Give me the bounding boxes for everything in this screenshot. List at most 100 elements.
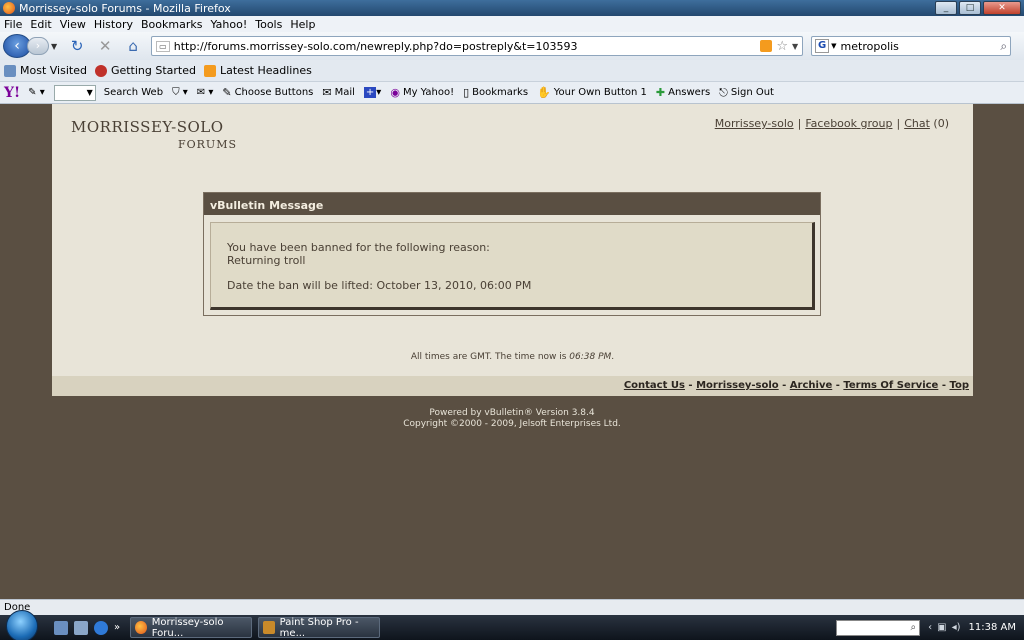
url-text[interactable]: http://forums.morrissey-solo.com/newrepl…	[174, 40, 761, 53]
firefox-icon	[135, 621, 147, 634]
maximize-button[interactable]: □	[959, 1, 981, 15]
switch-windows-icon[interactable]	[74, 620, 88, 635]
yahoo-bookmarks[interactable]: ▯ Bookmarks	[463, 86, 528, 99]
getting-started-icon	[94, 64, 107, 77]
mail-icon: ✉	[322, 86, 332, 99]
logo-subtitle: FORUMS	[178, 138, 238, 151]
yahoo-search-web[interactable]: Search Web	[104, 87, 163, 98]
desktop-search-box[interactable]: ⌕	[836, 619, 921, 636]
volume-icon[interactable]: ◂)	[952, 622, 961, 633]
window-title-bar: Morrissey-solo Forums - Mozilla Firefox …	[0, 0, 1024, 16]
network-icon[interactable]: ▣	[937, 622, 946, 633]
menu-bookmarks[interactable]: Bookmarks	[141, 18, 202, 31]
yahoo-item-label: Search Web	[103, 87, 164, 98]
show-desktop-icon[interactable]	[54, 620, 68, 635]
paint-shop-pro-icon	[263, 621, 275, 634]
ban-lift-date: Date the ban will be lifted: October 13,…	[227, 279, 532, 292]
address-bar[interactable]: ▭ http://forums.morrissey-solo.com/newre…	[151, 36, 804, 56]
quick-launch-overflow-icon[interactable]: »	[114, 622, 120, 633]
link-top[interactable]: Top	[949, 380, 969, 391]
navigation-toolbar: ‹ › ▼ ↻ ✕ ⌂ ▭ http://forums.morrissey-so…	[0, 32, 1024, 60]
my-yahoo-icon: ◉	[390, 86, 400, 99]
link-footer-morrissey-solo[interactable]: Morrissey-solo	[696, 380, 779, 391]
menu-edit[interactable]: Edit	[30, 18, 51, 31]
link-terms-of-service[interactable]: Terms Of Service	[843, 380, 938, 391]
menu-view[interactable]: View	[60, 18, 86, 31]
top-links: Morrissey-solo | Facebook group | Chat (0)	[714, 117, 949, 130]
status-bar: Done	[0, 599, 1024, 615]
close-button[interactable]: ✕	[983, 1, 1021, 15]
search-engine-dropdown-icon[interactable]: ▼	[831, 42, 836, 50]
search-input[interactable]	[840, 39, 1001, 53]
yahoo-sign-out[interactable]: ⎋ Sign Out	[719, 86, 774, 100]
bookmark-getting-started[interactable]: Getting Started	[94, 64, 196, 77]
link-contact-us[interactable]: Contact Us	[624, 380, 685, 391]
bookmarks-toolbar: Most Visited Getting Started Latest Head…	[0, 60, 1024, 82]
bookmark-star-icon[interactable]: ☆	[776, 39, 788, 54]
search-bar[interactable]: G ▼ ⌕	[811, 36, 1012, 56]
site-logo[interactable]: MORRISSEY-SOLO FORUMS	[71, 118, 237, 151]
task-paint-shop-pro[interactable]: Paint Shop Pro - me...	[258, 617, 381, 639]
message-body: You have been banned for the following r…	[210, 222, 815, 310]
tray-arrow-icon[interactable]: ‹	[928, 622, 932, 633]
yahoo-mail[interactable]: ✉ Mail	[322, 86, 355, 99]
menu-yahoo[interactable]: Yahoo!	[210, 18, 247, 31]
yahoo-item-label: My Yahoo!	[402, 87, 455, 98]
hand-icon: ✋	[537, 86, 551, 99]
add-button-icon[interactable]: + ▾	[363, 87, 381, 98]
internet-explorer-icon[interactable]	[94, 620, 108, 635]
yahoo-search-select[interactable]: ▼	[53, 84, 96, 101]
url-dropdown-icon[interactable]: ▼	[792, 42, 798, 51]
quick-launch: »	[54, 620, 120, 635]
home-icon[interactable]: ⌂	[122, 36, 144, 56]
shield-icon[interactable]: ⛉ ▾	[172, 87, 188, 98]
ban-reason: Returning troll	[227, 254, 306, 267]
pencil-icon: ✎	[222, 86, 232, 99]
link-morrissey-solo[interactable]: Morrissey-solo	[715, 117, 794, 130]
yahoo-toolbar: Y! ✎ ▾ ▼ Search Web ⛉ ▾ ✉ ▾ ✎ Choose But…	[0, 82, 1024, 104]
task-label: Morrissey-solo Foru...	[151, 616, 224, 639]
search-icon: ⌕	[910, 622, 917, 633]
stop-icon[interactable]: ✕	[94, 36, 116, 56]
site-identity-icon[interactable]: ▭	[156, 40, 170, 52]
taskbar-clock[interactable]: 11:38 AM	[969, 622, 1016, 633]
windows-taskbar: » Morrissey-solo Foru... Paint Shop Pro …	[0, 609, 1024, 640]
start-button[interactable]	[6, 609, 38, 640]
link-chat[interactable]: Chat	[904, 117, 930, 130]
forward-button[interactable]: ›	[27, 37, 49, 55]
yahoo-your-own-button[interactable]: ✋ Your Own Button 1	[537, 86, 647, 99]
bookmark-label: Latest Headlines	[220, 64, 312, 77]
google-search-engine-icon[interactable]: G	[815, 39, 830, 53]
vbulletin-message-box: vBulletin Message You have been banned f…	[203, 192, 821, 316]
yahoo-item-label: Choose Buttons	[234, 87, 314, 98]
bookmark-label: Getting Started	[110, 64, 196, 77]
search-icon[interactable]: ⌕	[1000, 39, 1007, 54]
rss-feed-icon	[204, 64, 216, 77]
yahoo-answers[interactable]: ✚ Answers	[656, 86, 710, 99]
reload-icon[interactable]: ↻	[66, 36, 88, 56]
envelope-alert-icon[interactable]: ✉ ▾	[197, 87, 214, 98]
bookmarks-icon: ▯	[463, 86, 470, 99]
menu-history[interactable]: History	[94, 18, 133, 31]
yahoo-choose-buttons[interactable]: ✎ Choose Buttons	[222, 86, 313, 99]
yahoo-item-label: Bookmarks	[472, 87, 529, 98]
bookmark-most-visited[interactable]: Most Visited	[4, 64, 87, 77]
time-prefix: All times are GMT. The time now is	[410, 352, 570, 362]
task-firefox[interactable]: Morrissey-solo Foru...	[130, 616, 253, 639]
sign-out-icon: ⎋	[719, 85, 728, 99]
menu-tools[interactable]: Tools	[255, 18, 282, 31]
link-facebook-group[interactable]: Facebook group	[805, 117, 892, 130]
yahoo-logo[interactable]: Y!	[4, 85, 20, 101]
link-archive[interactable]: Archive	[790, 380, 832, 391]
bookmark-latest-headlines[interactable]: Latest Headlines	[204, 64, 312, 77]
menu-help[interactable]: Help	[290, 18, 315, 31]
yahoo-my-yahoo[interactable]: ◉ My Yahoo!	[390, 86, 454, 99]
logo-title: MORRISSEY-SOLO	[71, 118, 224, 136]
tray-icons: ‹ ▣ ◂)	[928, 622, 960, 633]
rss-feed-icon[interactable]	[760, 40, 773, 52]
history-dropdown-icon[interactable]: ▼	[51, 42, 57, 51]
yahoo-item-label: Sign Out	[730, 87, 774, 98]
minimize-button[interactable]: _	[935, 1, 957, 15]
menu-file[interactable]: File	[4, 18, 22, 31]
pencil-icon[interactable]: ✎ ▾	[28, 87, 45, 98]
